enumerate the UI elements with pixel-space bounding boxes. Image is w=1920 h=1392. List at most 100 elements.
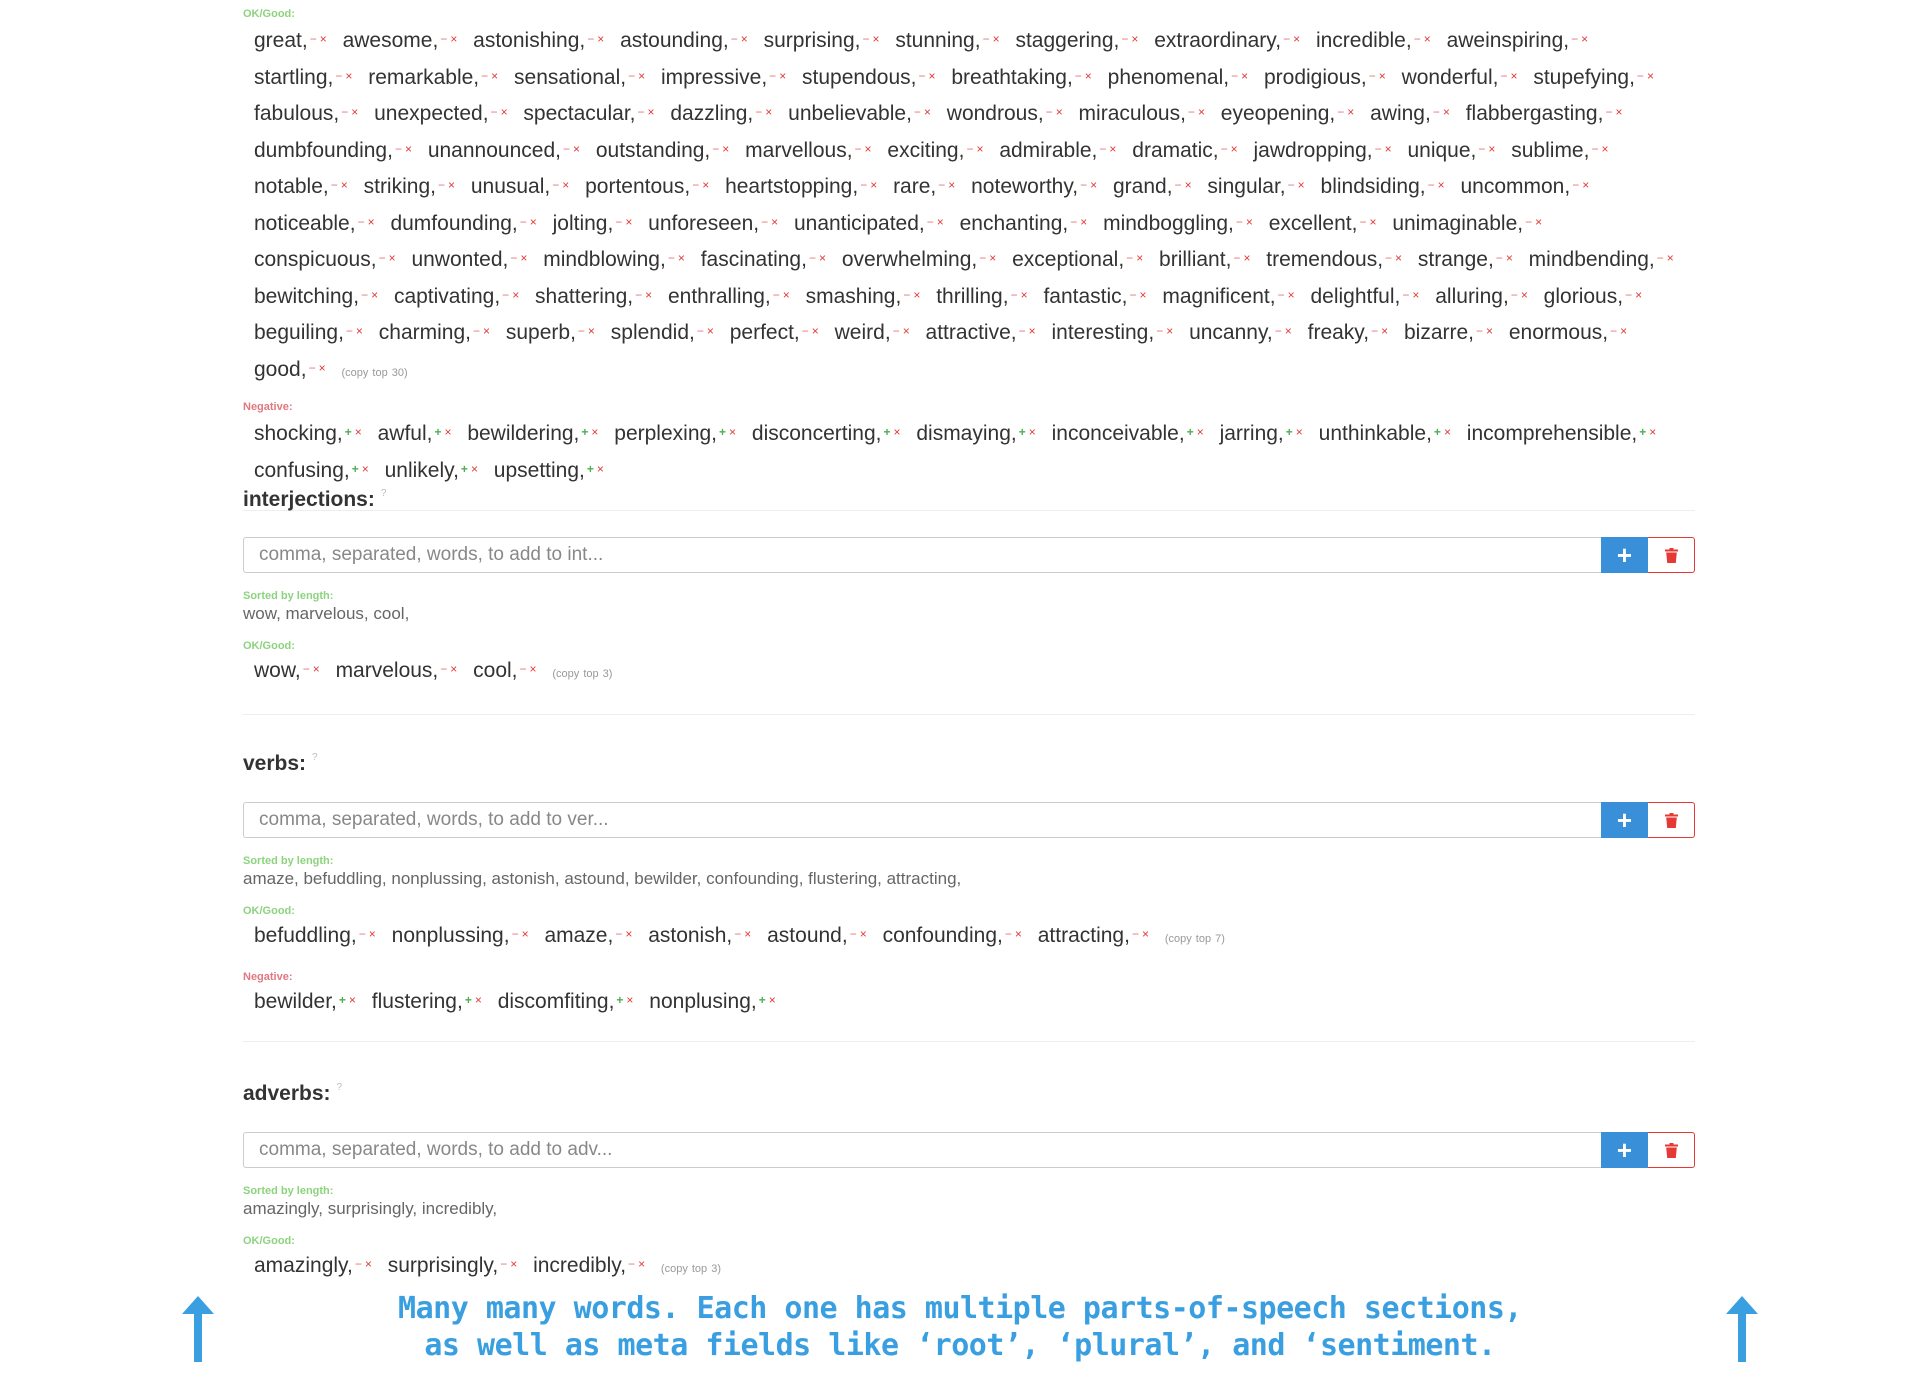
remove-word-button[interactable]: × bbox=[1015, 927, 1022, 941]
mark-negative-button[interactable]: − bbox=[1288, 178, 1295, 192]
mark-positive-button[interactable]: + bbox=[883, 425, 890, 439]
remove-word-button[interactable]: × bbox=[976, 142, 983, 156]
delete-button[interactable] bbox=[1648, 802, 1695, 838]
remove-word-button[interactable]: × bbox=[913, 288, 920, 302]
mark-negative-button[interactable]: − bbox=[1283, 32, 1290, 46]
remove-word-button[interactable]: × bbox=[865, 142, 872, 156]
remove-word-button[interactable]: × bbox=[501, 105, 508, 119]
mark-negative-button[interactable]: − bbox=[966, 142, 973, 156]
add-button[interactable]: + bbox=[1601, 537, 1648, 573]
remove-word-button[interactable]: × bbox=[1385, 142, 1392, 156]
remove-word-button[interactable]: × bbox=[893, 425, 900, 439]
mark-negative-button[interactable]: − bbox=[1402, 288, 1409, 302]
mark-negative-button[interactable]: − bbox=[1369, 69, 1376, 83]
mark-negative-button[interactable]: − bbox=[628, 69, 635, 83]
mark-negative-button[interactable]: − bbox=[1046, 105, 1053, 119]
mark-negative-button[interactable]: − bbox=[355, 1257, 362, 1271]
mark-negative-button[interactable]: − bbox=[927, 215, 934, 229]
remove-word-button[interactable]: × bbox=[1246, 215, 1253, 229]
remove-word-button[interactable]: × bbox=[1506, 251, 1513, 265]
remove-word-button[interactable]: × bbox=[369, 927, 376, 941]
mark-positive-button[interactable]: + bbox=[1286, 425, 1293, 439]
remove-word-button[interactable]: × bbox=[471, 462, 478, 476]
remove-word-button[interactable]: × bbox=[1510, 69, 1517, 83]
mark-negative-button[interactable]: − bbox=[1359, 215, 1366, 229]
mark-negative-button[interactable]: − bbox=[938, 178, 945, 192]
mark-negative-button[interactable]: − bbox=[379, 251, 386, 265]
remove-word-button[interactable]: × bbox=[371, 288, 378, 302]
mark-negative-button[interactable]: − bbox=[1375, 142, 1382, 156]
mark-negative-button[interactable]: − bbox=[903, 288, 910, 302]
remove-word-button[interactable]: × bbox=[522, 927, 529, 941]
mark-negative-button[interactable]: − bbox=[563, 142, 570, 156]
mark-negative-button[interactable]: − bbox=[361, 288, 368, 302]
remove-word-button[interactable]: × bbox=[491, 69, 498, 83]
add-words-input[interactable] bbox=[243, 802, 1601, 838]
remove-word-button[interactable]: × bbox=[1288, 288, 1295, 302]
remove-word-button[interactable]: × bbox=[903, 324, 910, 338]
mark-negative-button[interactable]: − bbox=[309, 361, 316, 375]
remove-word-button[interactable]: × bbox=[448, 178, 455, 192]
remove-word-button[interactable]: × bbox=[626, 993, 633, 1007]
mark-negative-button[interactable]: − bbox=[1610, 324, 1617, 338]
remove-word-button[interactable]: × bbox=[389, 251, 396, 265]
mark-negative-button[interactable]: − bbox=[440, 32, 447, 46]
mark-negative-button[interactable]: − bbox=[1637, 69, 1644, 83]
remove-word-button[interactable]: × bbox=[1443, 105, 1450, 119]
remove-word-button[interactable]: × bbox=[1241, 69, 1248, 83]
remove-word-button[interactable]: × bbox=[812, 324, 819, 338]
mark-negative-button[interactable]: − bbox=[712, 142, 719, 156]
delete-button[interactable] bbox=[1648, 1132, 1695, 1168]
mark-positive-button[interactable]: + bbox=[581, 425, 588, 439]
mark-negative-button[interactable]: − bbox=[1075, 69, 1082, 83]
mark-negative-button[interactable]: − bbox=[1414, 32, 1421, 46]
remove-word-button[interactable]: × bbox=[341, 178, 348, 192]
remove-word-button[interactable]: × bbox=[1444, 425, 1451, 439]
mark-negative-button[interactable]: − bbox=[1572, 178, 1579, 192]
remove-word-button[interactable]: × bbox=[741, 32, 748, 46]
remove-word-button[interactable]: × bbox=[638, 1257, 645, 1271]
mark-negative-button[interactable]: − bbox=[893, 324, 900, 338]
remove-word-button[interactable]: × bbox=[769, 993, 776, 1007]
mark-negative-button[interactable]: − bbox=[615, 215, 622, 229]
remove-word-button[interactable]: × bbox=[678, 251, 685, 265]
remove-word-button[interactable]: × bbox=[771, 215, 778, 229]
remove-word-button[interactable]: × bbox=[510, 1257, 517, 1271]
remove-word-button[interactable]: × bbox=[1142, 927, 1149, 941]
mark-negative-button[interactable]: − bbox=[1385, 251, 1392, 265]
add-words-input[interactable] bbox=[243, 537, 1601, 573]
remove-word-button[interactable]: × bbox=[450, 32, 457, 46]
remove-word-button[interactable]: × bbox=[744, 927, 751, 941]
remove-word-button[interactable]: × bbox=[1198, 105, 1205, 119]
mark-negative-button[interactable]: − bbox=[473, 324, 480, 338]
mark-negative-button[interactable]: − bbox=[520, 215, 527, 229]
mark-negative-button[interactable]: − bbox=[310, 32, 317, 46]
remove-word-button[interactable]: × bbox=[937, 215, 944, 229]
remove-word-button[interactable]: × bbox=[319, 361, 326, 375]
remove-word-button[interactable]: × bbox=[1488, 142, 1495, 156]
remove-word-button[interactable]: × bbox=[320, 32, 327, 46]
mark-negative-button[interactable]: − bbox=[395, 142, 402, 156]
mark-negative-button[interactable]: − bbox=[615, 927, 622, 941]
copy-top-button[interactable]: (copy top 3) bbox=[552, 668, 612, 680]
mark-negative-button[interactable]: − bbox=[1126, 251, 1133, 265]
remove-word-button[interactable]: × bbox=[1166, 324, 1173, 338]
remove-word-button[interactable]: × bbox=[1412, 288, 1419, 302]
mark-negative-button[interactable]: − bbox=[481, 69, 488, 83]
mark-negative-button[interactable]: − bbox=[520, 662, 527, 676]
remove-word-button[interactable]: × bbox=[707, 324, 714, 338]
remove-word-button[interactable]: × bbox=[1197, 425, 1204, 439]
remove-word-button[interactable]: × bbox=[1021, 288, 1028, 302]
mark-positive-button[interactable]: + bbox=[587, 462, 594, 476]
remove-word-button[interactable]: × bbox=[1395, 251, 1402, 265]
remove-word-button[interactable]: × bbox=[1381, 324, 1388, 338]
mark-negative-button[interactable]: − bbox=[1005, 927, 1012, 941]
remove-word-button[interactable]: × bbox=[1438, 178, 1445, 192]
mark-negative-button[interactable]: − bbox=[773, 288, 780, 302]
mark-negative-button[interactable]: − bbox=[697, 324, 704, 338]
mark-negative-button[interactable]: − bbox=[512, 927, 519, 941]
remove-word-button[interactable]: × bbox=[989, 251, 996, 265]
mark-negative-button[interactable]: − bbox=[1011, 288, 1018, 302]
copy-top-button[interactable]: (copy top 30) bbox=[341, 367, 407, 379]
remove-word-button[interactable]: × bbox=[597, 32, 604, 46]
